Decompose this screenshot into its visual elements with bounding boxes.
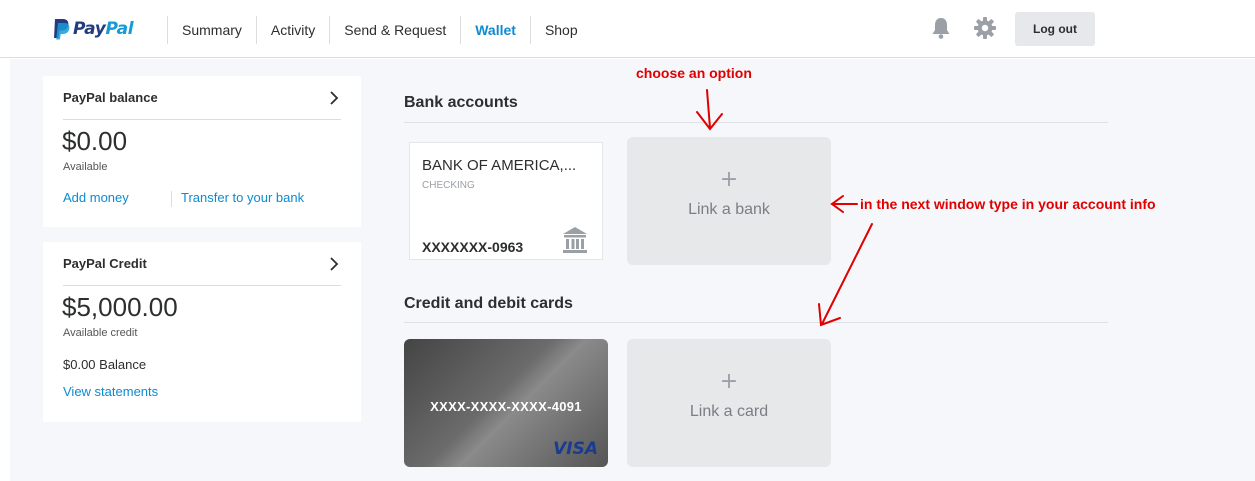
tab-send-request[interactable]: Send & Request [329, 16, 460, 44]
annotation-next-window: in the next window type in your account … [860, 196, 1156, 212]
paypal-credit-title: PayPal Credit [63, 256, 147, 271]
link-bank-label: Link a bank [688, 201, 770, 218]
wallet-content: PayPal balance $0.00 Available Add money… [10, 59, 1255, 481]
paypal-balance-header[interactable]: PayPal balance [63, 76, 341, 120]
link-divider [171, 191, 172, 207]
logout-button[interactable]: Log out [1015, 12, 1095, 46]
paypal-credit-balance: $0.00 Balance [63, 357, 147, 372]
tab-activity[interactable]: Activity [255, 16, 329, 44]
card-number: XXXX-XXXX-XXXX-4091 [430, 399, 582, 414]
bank-accounts-divider [404, 122, 1108, 123]
plus-icon: + [719, 369, 739, 394]
bank-icon [563, 227, 587, 253]
paypal-logo-icon [54, 19, 70, 40]
annotation-choose-option: choose an option [636, 65, 752, 81]
bell-icon[interactable] [930, 16, 952, 40]
paypal-balance-title: PayPal balance [63, 90, 158, 105]
link-bank-button[interactable]: + Link a bank [627, 137, 831, 265]
logo-pay: Pay [73, 19, 106, 39]
bank-account-type: CHECKING [422, 180, 475, 191]
paypal-balance-amount: $0.00 [62, 126, 128, 156]
visa-card[interactable]: XXXX-XXXX-XXXX-4091 VISA [404, 339, 608, 467]
main-nav: Summary Activity Send & Request Wallet S… [167, 16, 592, 44]
chevron-right-icon[interactable] [327, 90, 341, 105]
paypal-credit-header[interactable]: PayPal Credit [63, 242, 341, 286]
cards-title: Credit and debit cards [404, 295, 573, 312]
tab-shop[interactable]: Shop [529, 16, 592, 44]
paypal-balance-caption: Available [63, 161, 108, 173]
plus-icon: + [719, 167, 739, 192]
bank-account-card[interactable]: BANK OF AMERICA,... CHECKING XXXXXXX-096… [404, 137, 608, 265]
bank-accounts-title: Bank accounts [404, 94, 518, 111]
tab-wallet[interactable]: Wallet [460, 16, 530, 44]
bank-account-card-inner: BANK OF AMERICA,... CHECKING XXXXXXX-096… [409, 142, 603, 260]
tab-summary[interactable]: Summary [167, 16, 256, 44]
logo-pal: Pal [105, 19, 134, 39]
visa-logo: VISA [553, 439, 598, 459]
link-card-label: Link a card [689, 403, 769, 420]
chevron-right-icon[interactable] [327, 256, 341, 271]
bank-name: BANK OF AMERICA,... [422, 157, 577, 174]
paypal-balance-panel: PayPal balance $0.00 Available Add money… [43, 76, 361, 227]
transfer-to-bank-link[interactable]: Transfer to your bank [181, 190, 304, 205]
view-statements-link[interactable]: View statements [63, 384, 158, 399]
bank-account-number: XXXXXXX-0963 [422, 239, 524, 255]
gear-icon[interactable] [973, 16, 997, 40]
cards-divider [404, 322, 1108, 323]
paypal-credit-panel: PayPal Credit $5,000.00 Available credit… [43, 242, 361, 422]
top-navigation-bar: PayPal Summary Activity Send & Request W… [0, 0, 1255, 58]
paypal-logo-text: PayPal [73, 19, 134, 39]
paypal-logo[interactable]: PayPal [52, 16, 134, 42]
paypal-credit-caption: Available credit [63, 327, 138, 339]
add-money-link[interactable]: Add money [63, 190, 129, 205]
link-card-button[interactable]: + Link a card [627, 339, 831, 467]
paypal-credit-amount: $5,000.00 [62, 292, 178, 322]
